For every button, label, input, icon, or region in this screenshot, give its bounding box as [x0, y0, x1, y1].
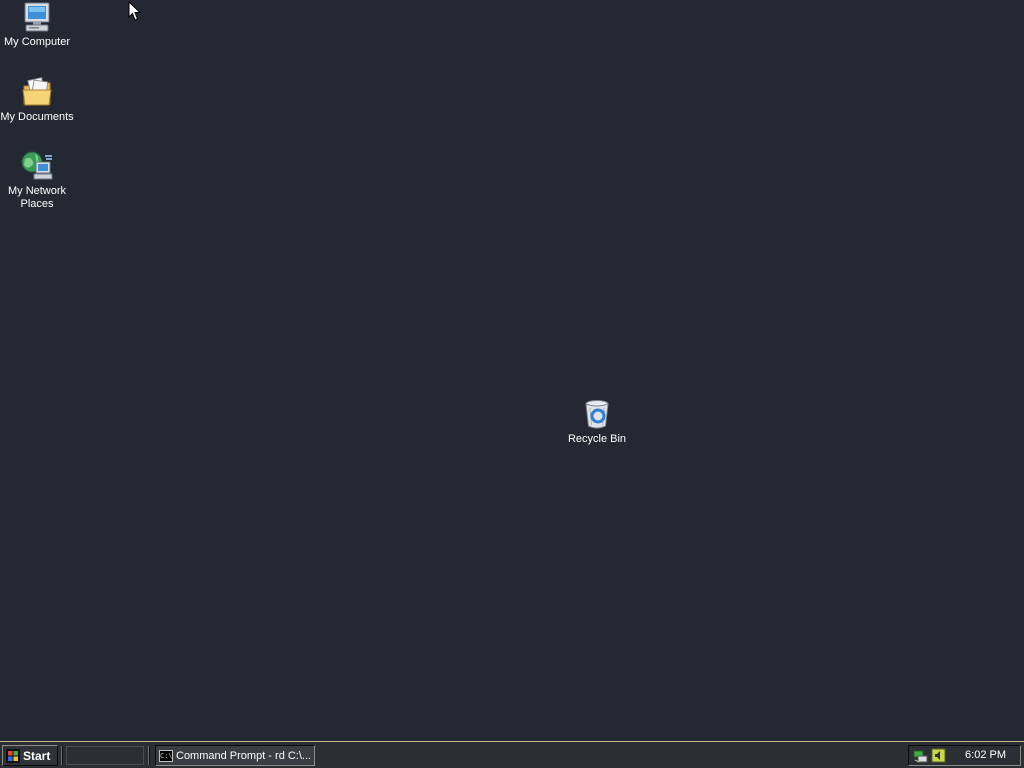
desktop-icon-label: Places	[20, 198, 54, 210]
network-tray-icon[interactable]	[913, 748, 928, 763]
taskbar: Start C:\ Command Prompt - rd C:\... 6:0…	[0, 741, 1024, 768]
start-label: Start	[23, 748, 51, 763]
desktop-icon-label: My Network	[7, 185, 67, 197]
desktop-icon-my-network-places[interactable]: My Network Places	[0, 150, 74, 211]
recycle-bin-icon	[585, 400, 609, 429]
windows-logo-icon	[6, 748, 20, 763]
taskbar-button-label: Command Prompt - rd C:\...	[176, 749, 312, 762]
desktop-icon-label: Recycle Bin	[567, 433, 627, 445]
desktop-icon-my-computer[interactable]: My Computer	[0, 1, 74, 49]
desktop-icon-label: My Documents	[0, 111, 74, 123]
clock[interactable]: 6:02 PM	[965, 749, 1006, 761]
desktop-icon-recycle-bin[interactable]: Recycle Bin	[560, 398, 634, 446]
folder-documents-icon	[22, 77, 52, 106]
system-tray: 6:02 PM	[908, 745, 1021, 766]
quick-launch-bar[interactable]	[66, 746, 144, 765]
taskbar-separator	[148, 746, 150, 765]
taskbar-button-command-prompt[interactable]: C:\ Command Prompt - rd C:\...	[155, 745, 315, 766]
mouse-cursor-icon	[128, 1, 142, 21]
taskbar-separator	[61, 746, 63, 765]
network-places-icon	[21, 151, 53, 180]
start-button[interactable]: Start	[2, 745, 58, 766]
command-prompt-icon: C:\	[159, 749, 173, 762]
volume-tray-icon[interactable]	[931, 748, 946, 763]
desktop-icon-label: My Computer	[3, 36, 71, 48]
desktop-icon-my-documents[interactable]: My Documents	[0, 76, 74, 124]
computer-icon	[24, 2, 50, 32]
desktop[interactable]: My Computer My Documents My Network Plac…	[0, 0, 1024, 741]
